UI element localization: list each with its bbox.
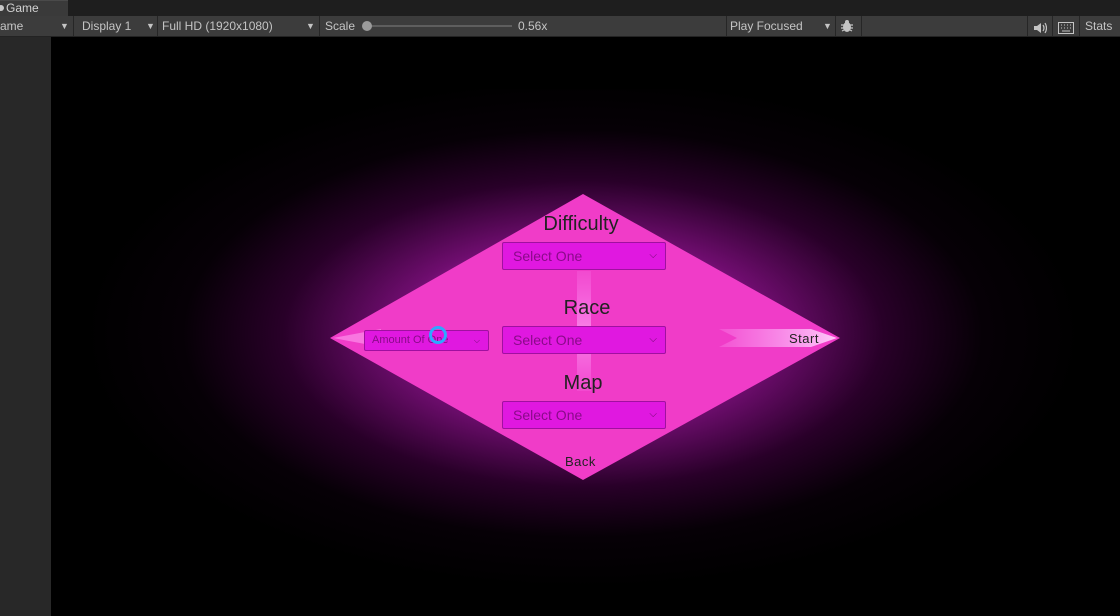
race-dropdown[interactable]: Select One ⌵ [502, 326, 666, 354]
back-button[interactable]: Back [565, 454, 596, 469]
chevron-down-icon: ⌵ [649, 409, 657, 420]
stats-button[interactable]: Stats [1085, 16, 1112, 36]
resolution-selector[interactable]: Full HD (1920x1080) [162, 16, 273, 36]
amount-dropdown[interactable]: Amount Of One ⌵ [364, 330, 489, 351]
scale-slider-track[interactable] [366, 25, 512, 27]
left-panel [0, 37, 51, 616]
scale-slider-handle[interactable] [362, 21, 372, 31]
game-view-toolbar: ame ▼ Display 1 ▼ Full HD (1920x1080) ▼ … [0, 16, 1120, 37]
display-selector[interactable]: Display 1 [82, 16, 131, 36]
tab-game[interactable]: Game [0, 0, 68, 16]
map-dropdown-value: Select One [513, 407, 583, 423]
game-viewport[interactable]: Difficulty Select One ⌵ Race Select One … [51, 37, 1120, 616]
chevron-down-icon: ⌵ [473, 336, 480, 345]
chevron-down-icon: ⌵ [649, 334, 657, 345]
chevron-down-icon[interactable]: ▼ [823, 16, 832, 36]
tab-game-label: Game [6, 1, 39, 15]
race-dropdown-value: Select One [513, 332, 583, 348]
map-label: Map [563, 372, 603, 394]
race-label: Race [563, 297, 611, 319]
mouse-cursor-icon [429, 326, 447, 344]
bug-icon[interactable] [839, 18, 855, 38]
scale-value: 0.56x [518, 19, 548, 33]
scale-label: Scale [325, 19, 356, 33]
chevron-down-icon[interactable]: ▼ [146, 16, 155, 36]
start-button[interactable]: Start [789, 331, 819, 346]
view-selector[interactable]: ame [0, 16, 23, 36]
play-mode-selector[interactable]: Play Focused [730, 16, 803, 36]
difficulty-label: Difficulty [543, 213, 619, 235]
difficulty-dropdown-value: Select One [513, 248, 583, 264]
game-tab-icon [0, 5, 4, 12]
difficulty-dropdown[interactable]: Select One ⌵ [502, 242, 666, 270]
chevron-down-icon: ⌵ [649, 250, 657, 261]
map-dropdown[interactable]: Select One ⌵ [502, 401, 666, 429]
editor-tabbar: Game [0, 0, 1120, 16]
chevron-down-icon[interactable]: ▼ [60, 16, 69, 36]
chevron-down-icon[interactable]: ▼ [306, 16, 315, 36]
